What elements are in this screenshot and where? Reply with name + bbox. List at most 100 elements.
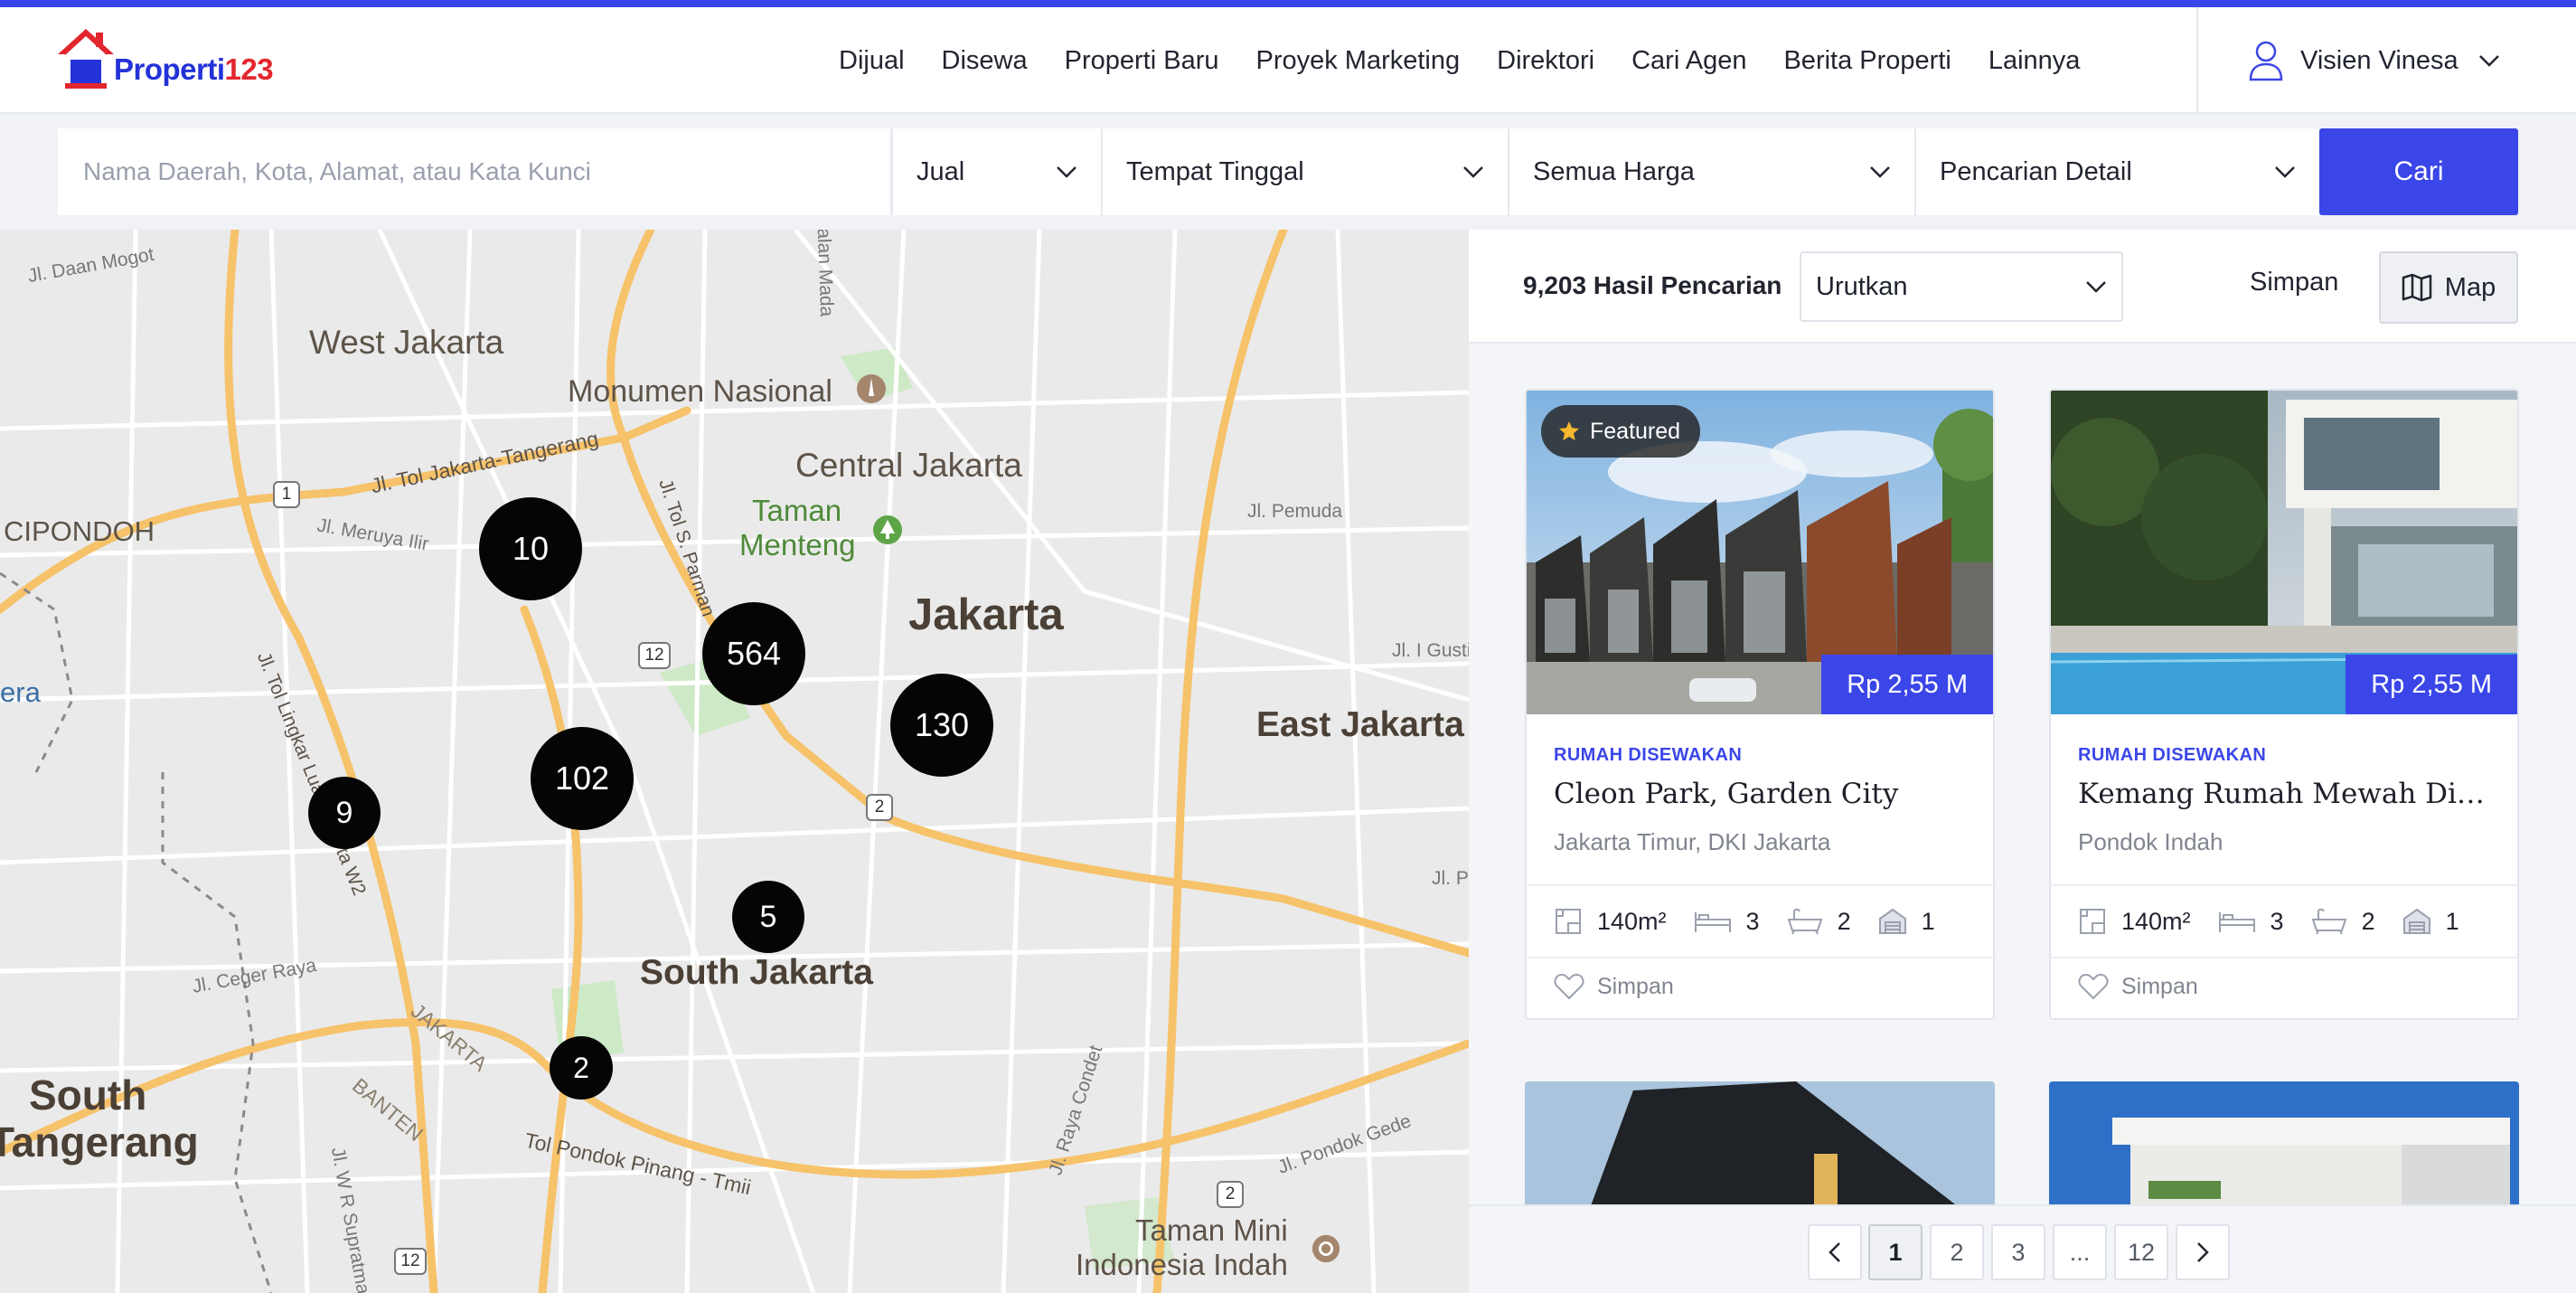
road-shield: 12 [394, 1248, 427, 1275]
heart-icon [1554, 973, 1584, 1000]
map-label-taman-mini: Taman Mini [1135, 1213, 1288, 1247]
road-shield: 1 [273, 481, 300, 508]
nav-disewa[interactable]: Disewa [942, 46, 1028, 76]
nav-cari-agen[interactable]: Cari Agen [1631, 46, 1746, 76]
star-icon [1559, 421, 1579, 440]
map-cluster[interactable]: 10 [479, 497, 582, 600]
feature-area: 140m² [1554, 907, 1667, 936]
pagination-page[interactable]: 2 [1930, 1224, 1984, 1280]
garage-icon [2402, 908, 2430, 934]
house-logo-icon [58, 29, 114, 89]
map-label-jakarta: Jakarta [908, 590, 1064, 639]
main-nav: Dijual Disewa Properti Baru Proyek Marke… [839, 7, 2117, 114]
pagination-page[interactable]: 3 [1991, 1224, 2045, 1280]
map-label-cipondoh: CIPONDOH [4, 515, 155, 547]
listing-price: Rp 2,55 M [2346, 655, 2517, 714]
bathtub-icon [2311, 908, 2346, 935]
road-shield: 2 [866, 794, 893, 821]
pagination-prev-button[interactable] [1808, 1224, 1862, 1280]
nav-direktori[interactable]: Direktori [1497, 46, 1594, 76]
nav-properti-baru[interactable]: Properti Baru [1065, 46, 1219, 76]
listing-type-select[interactable]: Jual [891, 128, 1101, 215]
price-select[interactable]: Semua Harga [1508, 128, 1914, 215]
pagination-ellipsis: ... [2053, 1224, 2107, 1280]
search-button[interactable]: Cari [2319, 128, 2518, 215]
detail-search-value: Pencarian Detail [1940, 156, 2132, 186]
nav-proyek-marketing[interactable]: Proyek Marketing [1255, 46, 1460, 76]
listing-title[interactable]: Cleon Park, Garden City [1554, 778, 1970, 810]
pagination-page[interactable]: 12 [2114, 1224, 2168, 1280]
top-accent-bar [0, 0, 2576, 7]
property-category-select[interactable]: Tempat Tinggal [1101, 128, 1508, 215]
listing-save-button[interactable]: Simpan [1554, 973, 1674, 1000]
chevron-down-icon [1870, 166, 1890, 178]
listing-card[interactable]: Rp 2,55 M RUMAH DISEWAKAN Kemang Rumah M… [2049, 389, 2519, 1020]
feature-garage: 1 [2402, 908, 2459, 936]
listing-card[interactable]: Featured Rp 2,55 M RUMAH DISEWAKAN Cleon… [1525, 389, 1995, 1020]
chevron-left-icon [1829, 1242, 1840, 1262]
map-toggle-button[interactable]: Map [2379, 251, 2518, 324]
garage-icon [1878, 908, 1906, 934]
map-label-era: era [0, 676, 41, 708]
map-cluster[interactable]: 2 [550, 1036, 613, 1100]
bathtub-icon [1787, 908, 1822, 935]
listing-location: Pondok Indah [2078, 828, 2223, 855]
save-search-button[interactable]: Simpan [2250, 268, 2338, 297]
map-cluster[interactable]: 5 [732, 881, 804, 953]
feature-area: 140m² [2078, 907, 2191, 936]
featured-label: Featured [1590, 418, 1681, 444]
road-shield: 2 [1217, 1181, 1244, 1208]
listing-type-value: Jual [917, 156, 965, 186]
map-label-i-gusti: Jl. I Gusti [1392, 640, 1469, 661]
featured-badge: Featured [1541, 405, 1701, 458]
map-label-tangerang: Tangerang [0, 1118, 199, 1166]
feature-baths: 2 [1787, 907, 1851, 936]
map-cluster[interactable]: 564 [702, 602, 805, 705]
sort-value: Urutkan [1816, 271, 1908, 301]
pagination-page[interactable]: 1 [1868, 1224, 1923, 1280]
results-count: 9,203 Hasil Pencarian [1523, 271, 1782, 299]
logo[interactable]: Properti123 [54, 25, 289, 98]
feature-baths: 2 [2311, 907, 2375, 936]
bed-icon [1694, 912, 1731, 932]
logo-text: Properti123 [114, 52, 274, 86]
bed-icon [2218, 912, 2255, 932]
map-label-taman: Taman [752, 494, 842, 527]
price-value: Semua Harga [1533, 156, 1695, 186]
map-toggle-label: Map [2444, 272, 2496, 302]
map-cluster[interactable]: 102 [531, 727, 634, 830]
detail-search-select[interactable]: Pencarian Detail [1914, 128, 2319, 215]
listing-save-button[interactable]: Simpan [2078, 973, 2198, 1000]
sort-select[interactable]: Urutkan [1800, 251, 2123, 322]
map-cluster[interactable]: 9 [308, 777, 381, 849]
map-label-south-jakarta: South Jakarta [640, 953, 873, 992]
map-icon [2402, 273, 2432, 302]
listing-title[interactable]: Kemang Rumah Mewah Dip... [2078, 778, 2494, 810]
map-label-central-jakarta: Central Jakarta [795, 447, 1022, 484]
map-label-jalan-mada: Jalan Mada [813, 230, 838, 317]
map-label-west-jakarta: West Jakarta [309, 324, 504, 361]
listing-image: Rp 2,55 M [2051, 391, 2517, 714]
nav-lainnya[interactable]: Lainnya [1988, 46, 2081, 76]
park-pin-icon [873, 515, 902, 544]
pagination: 1 2 3 ... 12 [1469, 1204, 2576, 1293]
floor-area-icon [2080, 909, 2105, 934]
listing-features: 140m² 3 2 1 [2051, 884, 2517, 958]
road-shield: 12 [638, 642, 671, 669]
listing-image: Featured Rp 2,55 M [1527, 391, 1993, 714]
monument-pin-icon [857, 374, 886, 403]
chevron-down-icon [2478, 55, 2499, 67]
map-cluster[interactable]: 130 [890, 674, 993, 777]
search-input[interactable] [58, 128, 889, 215]
map-view[interactable]: West Jakarta Monumen Nasional Central Ja… [0, 230, 1469, 1293]
heart-icon [2078, 973, 2109, 1000]
chevron-down-icon [2086, 281, 2106, 293]
map-label-pemuda: Jl. Pemuda [1247, 501, 1343, 522]
chevron-right-icon [2197, 1242, 2209, 1262]
user-menu[interactable]: Visien Vinesa [2196, 7, 2576, 114]
nav-berita-properti[interactable]: Berita Properti [1783, 46, 1951, 76]
nav-dijual[interactable]: Dijual [839, 46, 905, 76]
pagination-next-button[interactable] [2176, 1224, 2230, 1280]
user-icon [2249, 41, 2283, 81]
search-bar: Jual Tempat Tinggal Semua Harga Pencaria… [0, 114, 2576, 230]
